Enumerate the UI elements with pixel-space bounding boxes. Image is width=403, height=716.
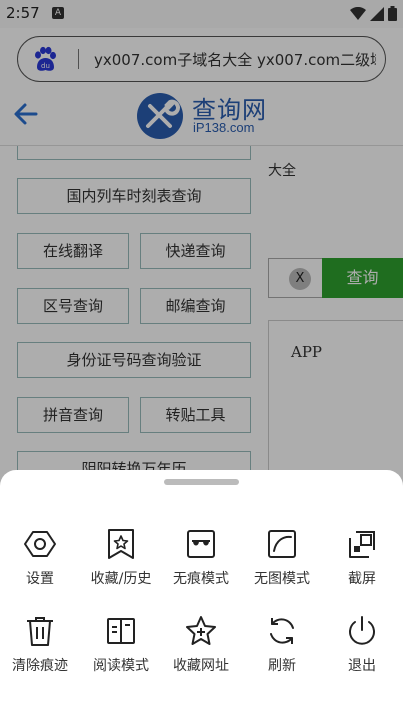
sheet-handle[interactable] xyxy=(164,479,239,485)
menu-item-exit[interactable]: 退出 xyxy=(322,615,402,681)
menu-label: 收藏/历史 xyxy=(90,571,152,587)
menu-label: 阅读模式 xyxy=(93,658,149,674)
menu-item-screenshot[interactable]: 截屏 xyxy=(322,528,402,594)
screenshot-icon xyxy=(349,531,375,558)
power-icon xyxy=(349,616,375,645)
menu-label: 退出 xyxy=(348,658,376,674)
menu-label: 截屏 xyxy=(348,571,376,587)
menu-label: 无图模式 xyxy=(254,571,310,587)
menu-label: 无痕模式 xyxy=(173,571,229,587)
menu-item-clear-traces[interactable]: 清除痕迹 xyxy=(0,615,80,681)
bookmark-star-icon xyxy=(108,529,134,559)
menu-label: 收藏网址 xyxy=(173,658,229,674)
no-image-icon xyxy=(268,530,296,558)
menu-label: 刷新 xyxy=(268,658,296,674)
menu-label: 设置 xyxy=(26,571,54,587)
menu-item-bookmarks-history[interactable]: 收藏/历史 xyxy=(81,528,161,594)
menu-item-settings[interactable]: 设置 xyxy=(0,528,80,594)
star-add-icon xyxy=(186,616,216,645)
reading-book-icon xyxy=(107,618,135,644)
menu-item-bookmark-url[interactable]: 收藏网址 xyxy=(161,615,241,681)
incognito-glasses-icon xyxy=(187,530,215,558)
menu-item-incognito[interactable]: 无痕模式 xyxy=(161,528,241,594)
menu-item-reading-mode[interactable]: 阅读模式 xyxy=(81,615,161,681)
menu-item-no-image[interactable]: 无图模式 xyxy=(242,528,322,594)
menu-item-refresh[interactable]: 刷新 xyxy=(242,615,322,681)
menu-label: 清除痕迹 xyxy=(12,658,68,674)
settings-hexagon-icon xyxy=(24,531,56,557)
refresh-icon xyxy=(270,618,294,644)
trash-icon xyxy=(27,617,53,646)
bottom-menu-sheet: 设置 收藏/历史 无痕模式 无图模式 截屏 清除痕迹 阅读模式 收藏网址 刷新 … xyxy=(0,470,403,716)
